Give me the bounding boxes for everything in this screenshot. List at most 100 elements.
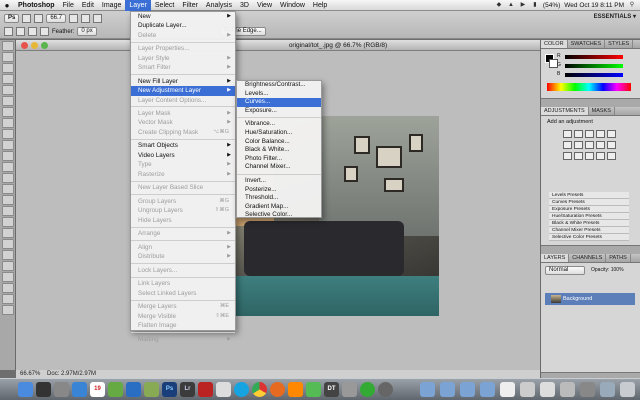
finder-icon[interactable] [18, 382, 33, 397]
levels-adjustment-icon[interactable] [574, 130, 583, 138]
menu-item-channel-mixer[interactable]: Channel Mixer... [237, 163, 321, 172]
tab-masks[interactable]: MASKS [589, 107, 615, 115]
app-icon[interactable] [342, 382, 357, 397]
system-prefs-icon[interactable] [54, 382, 69, 397]
menu-item-levels[interactable]: Levels... [237, 90, 321, 99]
type-tool-icon[interactable] [2, 206, 14, 216]
preview-icon[interactable] [108, 382, 123, 397]
utorrent-icon[interactable] [360, 382, 375, 397]
gradient-tool-icon[interactable] [2, 162, 14, 172]
marquee-tool-icon[interactable] [2, 52, 14, 62]
menu-layer[interactable]: Layer [125, 0, 151, 11]
preset-levels-presets[interactable]: Levels Presets [549, 192, 629, 199]
new-selection-icon[interactable] [16, 27, 25, 36]
folder-icon[interactable] [480, 382, 495, 397]
status-zoom[interactable]: 66.67% [20, 371, 40, 377]
skype-icon[interactable] [234, 382, 249, 397]
tab-paths[interactable]: PATHS [606, 254, 631, 262]
marquee-preset-icon[interactable] [4, 27, 13, 36]
shape-tool-icon[interactable] [2, 228, 14, 238]
wifi-icon[interactable]: ▲ [507, 2, 515, 9]
menu-select[interactable]: Select [151, 0, 178, 11]
dodge-tool-icon[interactable] [2, 184, 14, 194]
safari-icon[interactable] [72, 382, 87, 397]
menu-item-smart-objects[interactable]: Smart Objects ▶ [131, 141, 235, 150]
menu-image[interactable]: Image [98, 0, 125, 11]
3d-orbit-tool-icon[interactable] [2, 250, 14, 260]
brush-tool-icon[interactable] [2, 118, 14, 128]
hand-tool-icon[interactable] [2, 261, 14, 271]
document-icon[interactable] [520, 382, 535, 397]
3d-rotate-tool-icon[interactable] [2, 239, 14, 249]
zoom-button[interactable] [41, 42, 48, 49]
eyedropper-tool-icon[interactable] [2, 96, 14, 106]
firefox-icon[interactable] [270, 382, 285, 397]
document-icon[interactable] [540, 382, 555, 397]
menu-photoshop[interactable]: Photoshop [14, 0, 59, 11]
apple-menu-icon[interactable]: ● [0, 1, 14, 10]
menu-edit[interactable]: Edit [78, 0, 98, 11]
zoom-level[interactable]: 66.7 [46, 14, 67, 23]
ichat-icon[interactable] [306, 382, 321, 397]
tab-color[interactable]: COLOR [541, 40, 568, 48]
healing-tool-icon[interactable] [2, 107, 14, 117]
arrange-docs-icon[interactable] [93, 14, 103, 23]
dashboard-icon[interactable] [36, 382, 51, 397]
feather-input[interactable]: 0 px [77, 27, 97, 36]
battery-icon[interactable]: ▮ [531, 2, 539, 9]
clone-stamp-tool-icon[interactable] [2, 129, 14, 139]
menu-item-threshold[interactable]: Threshold... [237, 194, 321, 203]
opacity-field[interactable]: Opacity: 100% [591, 267, 624, 273]
posterize-adjustment-icon[interactable] [574, 152, 583, 160]
menu-3d[interactable]: 3D [236, 0, 253, 11]
color-balance-adjustment-icon[interactable] [574, 141, 583, 149]
tab-swatches[interactable]: SWATCHES [568, 40, 606, 48]
chrome-icon[interactable] [252, 382, 267, 397]
menu-item-invert[interactable]: Invert... [237, 177, 321, 186]
layer-row-background[interactable]: Background [545, 293, 635, 305]
tab-channels[interactable]: CHANNELS [569, 254, 607, 262]
g-slider[interactable] [565, 64, 623, 68]
folder-icon[interactable] [460, 382, 475, 397]
preset-channel-mixer-presets[interactable]: Channel Mixer Presets [549, 227, 629, 234]
vlc-icon[interactable] [288, 382, 303, 397]
darktable-icon[interactable]: DT [324, 382, 339, 397]
threshold-adjustment-icon[interactable] [585, 152, 594, 160]
hand-icon[interactable] [69, 14, 79, 23]
menu-item-brightness-contrast[interactable]: Brightness/Contrast... [237, 81, 321, 90]
menu-filter[interactable]: Filter [178, 0, 202, 11]
menu-item-posterize[interactable]: Posterize... [237, 186, 321, 195]
quick-mask-tool-icon[interactable] [2, 294, 14, 304]
menu-item-exposure[interactable]: Exposure... [237, 107, 321, 116]
b-slider[interactable] [565, 73, 623, 77]
close-button[interactable] [21, 42, 28, 49]
menu-item-new-fill-layer[interactable]: New Fill Layer ▶ [131, 77, 235, 86]
add-selection-icon[interactable] [28, 27, 37, 36]
ical-icon[interactable] [216, 382, 231, 397]
dropbox-icon[interactable]: ◆ [495, 2, 503, 9]
menu-item-duplicate-layer[interactable]: Duplicate Layer... [131, 21, 235, 30]
tab-adjustments[interactable]: ADJUSTMENTS [541, 107, 589, 115]
blur-tool-icon[interactable] [2, 173, 14, 183]
workspace-switcher[interactable]: ESSENTIALS ▾ [594, 13, 636, 20]
blend-mode-select[interactable]: Normal [545, 266, 585, 275]
eraser-tool-icon[interactable] [2, 151, 14, 161]
calendar-icon[interactable]: 19 [90, 382, 105, 397]
lightroom-icon[interactable]: Lr [180, 382, 195, 397]
subtract-selection-icon[interactable] [40, 27, 49, 36]
preset-curves-presets[interactable]: Curves Presets [549, 199, 629, 206]
trash-icon[interactable] [620, 382, 635, 397]
itunes-icon[interactable] [126, 382, 141, 397]
brightness-adjustment-icon[interactable] [563, 130, 572, 138]
lasso-tool-icon[interactable] [2, 63, 14, 73]
menu-window[interactable]: Window [276, 0, 309, 11]
gradient-map-adjustment-icon[interactable] [596, 152, 605, 160]
menu-item-hue-saturation[interactable]: Hue/Saturation... [237, 129, 321, 138]
curves-adjustment-icon[interactable] [585, 130, 594, 138]
document-icon[interactable] [560, 382, 575, 397]
menu-file[interactable]: File [59, 0, 78, 11]
tab-styles[interactable]: STYLES [605, 40, 634, 48]
menu-view[interactable]: View [253, 0, 276, 11]
preset-selective-color-presets[interactable]: Selective Color Presets [549, 234, 629, 241]
minimize-button[interactable] [31, 42, 38, 49]
